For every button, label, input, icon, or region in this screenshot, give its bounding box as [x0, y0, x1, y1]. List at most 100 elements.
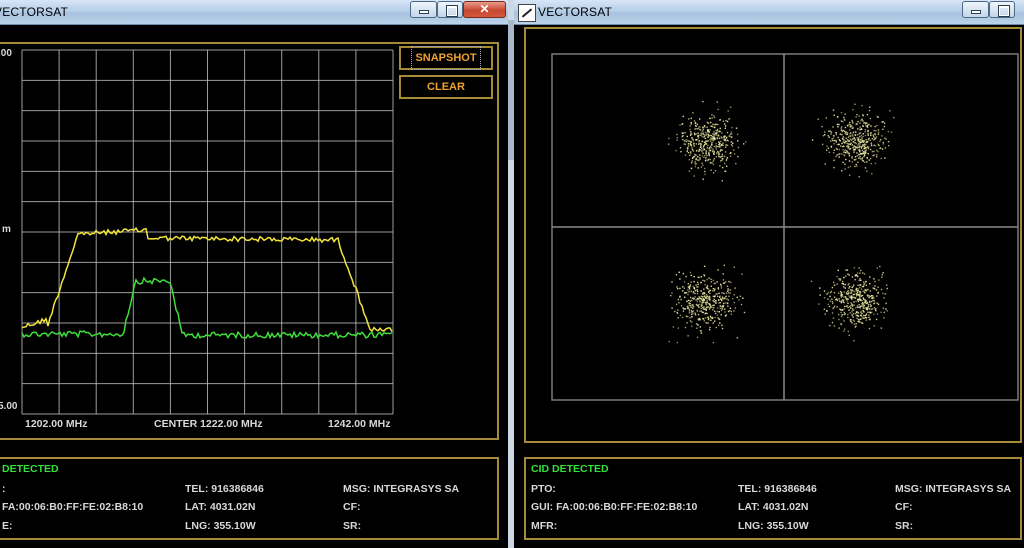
constellation-point	[843, 116, 845, 119]
constellation-point	[858, 146, 861, 148]
snapshot-button[interactable]: SNAPSHOT	[399, 46, 493, 70]
constellation-point	[870, 300, 873, 303]
constellation-point	[720, 160, 722, 162]
constellation-point	[851, 305, 854, 307]
constellation-point	[848, 148, 851, 150]
clear-button[interactable]: CLEAR	[399, 75, 493, 99]
constellation-point	[700, 166, 703, 168]
constellation-point	[693, 132, 696, 135]
constellation-point	[690, 140, 692, 143]
minimize-button[interactable]	[410, 1, 437, 18]
constellation-point	[712, 279, 715, 282]
constellation-point	[831, 298, 833, 300]
constellation-point	[695, 284, 697, 286]
constellation-point	[713, 298, 715, 301]
constellation-point	[702, 128, 705, 131]
constellation-point	[677, 309, 679, 311]
constellation-point	[737, 155, 739, 158]
constellation-point	[882, 272, 884, 274]
constellation-point	[868, 123, 870, 126]
constellation-point	[710, 134, 712, 136]
constellation-point	[859, 321, 861, 323]
constellation-point	[719, 127, 721, 130]
constellation-point	[840, 120, 843, 122]
constellation-point	[857, 142, 860, 145]
constellation-point	[670, 294, 672, 297]
close-icon: ✕	[479, 2, 490, 16]
constellation-point	[685, 139, 687, 141]
constellation-point	[861, 157, 863, 159]
constellation-point	[686, 135, 688, 138]
constellation-point	[705, 131, 707, 134]
constellation-point	[732, 149, 735, 151]
constellation-point	[867, 303, 870, 306]
y-axis-mid-label: m	[2, 224, 11, 235]
maximize-button[interactable]	[989, 1, 1015, 18]
constellation-point	[735, 162, 737, 165]
constellation-point	[724, 151, 727, 153]
constellation-point	[884, 147, 887, 149]
constellation-point	[880, 327, 882, 329]
constellation-point	[836, 154, 838, 156]
constellation-point	[840, 127, 842, 130]
spectrum-window: VECTORSAT ✕ .00 m 5.00 1202.00 MHz CENTE…	[0, 0, 508, 548]
constellation-point	[861, 118, 863, 120]
constellation-point	[698, 296, 700, 298]
constellation-point	[716, 310, 718, 313]
constellation-point	[696, 290, 699, 292]
constellation-point	[722, 142, 724, 144]
constellation-point	[710, 278, 712, 280]
constellation-point	[870, 308, 873, 311]
constellation-point	[853, 301, 855, 303]
constellation-point	[729, 133, 732, 135]
constellation-point	[854, 165, 856, 168]
constellation-point	[720, 136, 722, 138]
constellation-titlebar[interactable]: VECTORSAT	[514, 0, 1024, 25]
snapshot-label: SNAPSHOT	[411, 46, 481, 70]
spectrum-titlebar[interactable]: VECTORSAT ✕	[0, 0, 508, 25]
constellation-point	[847, 305, 849, 307]
constellation-point	[691, 138, 694, 140]
constellation-point	[849, 286, 851, 288]
constellation-point	[689, 305, 692, 307]
constellation-point	[713, 304, 715, 306]
constellation-point	[719, 302, 721, 304]
constellation-point	[862, 150, 865, 153]
constellation-point	[869, 300, 871, 303]
constellation-point	[861, 302, 864, 304]
constellation-point	[705, 322, 707, 324]
constellation-point	[700, 332, 703, 334]
constellation-point	[873, 313, 875, 315]
constellation-point	[736, 296, 738, 299]
constellation-point	[882, 143, 885, 145]
constellation-point	[728, 280, 730, 283]
constellation-point	[880, 139, 882, 141]
constellation-point	[676, 137, 678, 139]
constellation-point	[690, 290, 692, 293]
constellation-point	[881, 274, 883, 276]
close-button[interactable]: ✕	[463, 1, 506, 18]
constellation-point	[729, 289, 731, 291]
constellation-point	[847, 306, 849, 309]
constellation-point	[694, 122, 697, 125]
constellation-point	[835, 298, 838, 300]
constellation-point	[702, 126, 704, 128]
maximize-button[interactable]	[437, 1, 463, 18]
constellation-point	[679, 278, 681, 280]
constellation-point	[860, 312, 862, 314]
constellation-point	[863, 304, 866, 306]
constellation-point	[859, 135, 861, 138]
constellation-point	[728, 292, 730, 294]
constellation-point	[676, 133, 678, 136]
constellation-point	[698, 303, 701, 306]
constellation-point	[704, 154, 706, 157]
constellation-point	[733, 310, 735, 312]
constellation-point	[720, 287, 723, 289]
constellation-point	[702, 299, 704, 301]
constellation-point	[830, 140, 832, 142]
constellation-point	[877, 133, 880, 135]
constellation-point	[869, 157, 872, 160]
constellation-point	[837, 269, 839, 272]
minimize-button[interactable]	[962, 1, 989, 18]
constellation-point	[870, 125, 872, 127]
